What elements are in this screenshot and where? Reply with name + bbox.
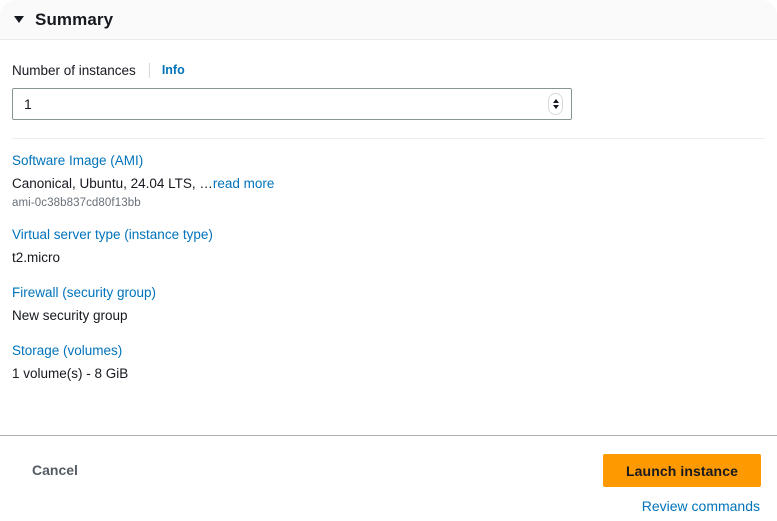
- caret-down-icon[interactable]: [14, 16, 24, 23]
- summary-section-firewall: Firewall (security group) New security g…: [12, 285, 765, 325]
- summary-link-ami[interactable]: Software Image (AMI): [12, 153, 765, 168]
- number-of-instances-field: Number of instances Info: [12, 40, 765, 139]
- summary-value-ami-text: Canonical, Ubuntu, 24.04 LTS, …: [12, 176, 213, 191]
- launch-instance-button[interactable]: Launch instance: [603, 454, 761, 487]
- info-link[interactable]: Info: [162, 63, 185, 77]
- read-more-link[interactable]: read more: [213, 176, 275, 191]
- summary-value-storage: 1 volume(s) - 8 GiB: [12, 364, 765, 383]
- number-of-instances-label: Number of instances: [12, 63, 136, 78]
- summary-section-instance-type: Virtual server type (instance type) t2.m…: [12, 227, 765, 267]
- quantity-stepper[interactable]: [548, 93, 563, 115]
- summary-panel: Summary Number of instances Info Softwar…: [0, 0, 777, 521]
- chevron-down-icon[interactable]: [553, 105, 559, 109]
- summary-value-ami: Canonical, Ubuntu, 24.04 LTS, …read more: [12, 174, 765, 193]
- review-commands-link[interactable]: Review commands: [642, 498, 760, 514]
- summary-value-instance-type: t2.micro: [12, 248, 765, 267]
- label-separator: [149, 63, 150, 78]
- page-title: Summary: [35, 10, 113, 30]
- summary-panel-header[interactable]: Summary: [0, 0, 777, 40]
- summary-link-storage[interactable]: Storage (volumes): [12, 343, 765, 358]
- summary-value-firewall: New security group: [12, 306, 765, 325]
- summary-sections: Software Image (AMI) Canonical, Ubuntu, …: [12, 139, 765, 383]
- summary-ami-id: ami-0c38b837cd80f13bb: [12, 197, 765, 209]
- number-of-instances-input[interactable]: [13, 89, 571, 119]
- summary-link-firewall[interactable]: Firewall (security group): [12, 285, 765, 300]
- number-of-instances-input-wrapper[interactable]: [12, 88, 572, 120]
- summary-section-storage: Storage (volumes) 1 volume(s) - 8 GiB: [12, 343, 765, 383]
- summary-section-ami: Software Image (AMI) Canonical, Ubuntu, …: [12, 153, 765, 209]
- number-of-instances-label-row: Number of instances Info: [12, 61, 765, 79]
- summary-link-instance-type[interactable]: Virtual server type (instance type): [12, 227, 765, 242]
- summary-panel-body: Number of instances Info Software Image …: [0, 40, 777, 383]
- cancel-button[interactable]: Cancel: [32, 462, 78, 478]
- chevron-up-icon[interactable]: [553, 99, 559, 103]
- summary-footer: Cancel Launch instance Review commands: [0, 436, 777, 521]
